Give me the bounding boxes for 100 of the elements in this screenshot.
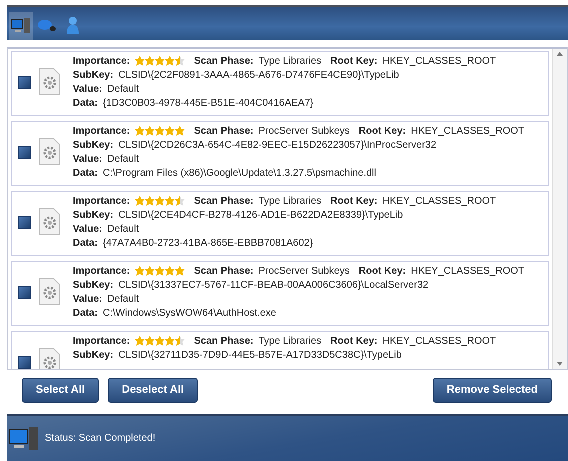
result-item[interactable]: Importance: Scan Phase: Type Libraries Root Key: HKEY_CLASSES_ROOT SubKey: CLSID\{2C2F0891-3AAA-4865-A676-D7476FE4CE90}\TypeLib Value: Default Data: {1D3C0B03-4978-445E-B51E-404C0416AEA7}	[11, 50, 549, 116]
field-label: Scan Phase:	[194, 266, 254, 277]
field-label: Data:	[73, 98, 98, 109]
field-value: C:\Windows\SysWOW64\AuthHost.exe	[103, 308, 276, 319]
field-value: HKEY_CLASSES_ROOT	[382, 336, 496, 347]
field-label: SubKey:	[73, 70, 114, 81]
field-label: SubKey:	[73, 140, 114, 151]
star-icon	[135, 196, 146, 206]
field-label: Root Key:	[330, 56, 378, 67]
star-icon	[145, 266, 156, 276]
action-button[interactable]: Deselect All	[108, 378, 198, 402]
gear-file-icon	[39, 348, 61, 368]
star-icon	[175, 56, 186, 66]
field-value: C:\Program Files (x86)\Google\Update\1.3.27.5\psmachine.dll	[103, 168, 376, 179]
field-value: Default	[107, 154, 140, 165]
star-icon	[145, 336, 156, 346]
action-button[interactable]: Remove Selected	[432, 378, 552, 402]
star-icon	[175, 266, 186, 276]
field-label: Value:	[73, 154, 102, 165]
field-value: Type Libraries	[258, 196, 322, 207]
field-label: SubKey:	[73, 210, 114, 221]
star-icon	[145, 56, 156, 66]
field-label: Root Key:	[330, 336, 378, 347]
field-label: Value:	[73, 224, 102, 235]
field-label: Importance:	[73, 126, 130, 137]
field-value: Type Libraries	[258, 336, 322, 347]
star-icon	[175, 196, 186, 206]
star-icon	[175, 126, 186, 136]
status-text: Status: Scan Completed!	[45, 433, 156, 444]
field-label: Root Key:	[330, 196, 378, 207]
field-value: ProcServer Subkeys	[258, 266, 350, 277]
computer-icon	[9, 426, 39, 452]
field-value: HKEY_CLASSES_ROOT	[382, 196, 496, 207]
checkbox[interactable]	[18, 356, 31, 368]
star-icon	[145, 196, 156, 206]
field-label: Data:	[73, 168, 98, 179]
star-icon	[145, 126, 156, 136]
field-label: SubKey:	[73, 280, 114, 291]
star-icon	[135, 126, 146, 136]
field-value: CLSID\{32711D35-7D9D-44E5-B57E-A17D33D5C38C}\TypeLib	[118, 350, 402, 361]
checkbox[interactable]	[18, 286, 31, 299]
star-icon	[165, 56, 176, 66]
checkbox[interactable]	[18, 216, 31, 229]
result-item[interactable]: Importance: Scan Phase: Type Libraries Root Key: HKEY_CLASSES_ROOT SubKey: CLSID\{2CE4D4CF-B278-4126-AD1E-B622DA2E8339}\TypeLib Value: Default Data: {47A7A4B0-2723-41BA-865E-EBBB7081A602}	[11, 190, 549, 256]
field-label: Data:	[73, 238, 98, 249]
toolbar-tab[interactable]	[9, 12, 33, 40]
field-label: Importance:	[73, 196, 130, 207]
field-label: SubKey:	[73, 350, 114, 361]
field-value: CLSID\{2C2F0891-3AAA-4865-A676-D7476FE4CE90}\TypeLib	[118, 70, 400, 81]
field-label: Data:	[73, 308, 98, 319]
field-value: Default	[107, 84, 140, 95]
star-icon	[155, 196, 166, 206]
field-label: Importance:	[73, 336, 130, 347]
checkbox[interactable]	[18, 146, 31, 159]
star-icon	[165, 336, 176, 346]
star-icon	[135, 266, 146, 276]
field-value: ProcServer Subkeys	[258, 126, 350, 137]
field-label: Value:	[73, 294, 102, 305]
field-value: CLSID\{2CD26C3A-654C-4E82-9EEC-E15D26223057}\InProcServer32	[118, 140, 437, 151]
gear-file-icon	[39, 68, 61, 96]
field-value: HKEY_CLASSES_ROOT	[411, 126, 524, 137]
field-value: {1D3C0B03-4978-445E-B51E-404C0416AEA7}	[103, 98, 314, 109]
field-label: Scan Phase:	[194, 56, 254, 67]
star-icon	[165, 126, 176, 136]
computer-icon	[11, 16, 31, 35]
star-icon	[165, 196, 176, 206]
scrollbar[interactable]	[552, 48, 567, 368]
gear-file-icon	[39, 138, 61, 166]
field-label: Root Key:	[358, 126, 406, 137]
gear-file-icon	[39, 208, 61, 236]
field-value: CLSID\{2CE4D4CF-B278-4126-AD1E-B622DA2E8339}\TypeLib	[118, 210, 404, 221]
action-button[interactable]: Select All	[22, 378, 100, 402]
person-icon	[66, 16, 80, 36]
field-label: Root Key:	[358, 266, 406, 277]
field-label: Scan Phase:	[194, 336, 254, 347]
star-icon	[155, 266, 166, 276]
star-icon	[165, 266, 176, 276]
field-value: Default	[107, 294, 140, 305]
gear-file-icon	[39, 278, 61, 306]
mouse-icon	[37, 18, 57, 33]
field-value: Default	[107, 224, 140, 235]
star-icon	[155, 336, 166, 346]
field-label: Scan Phase:	[194, 126, 254, 137]
checkbox[interactable]	[18, 76, 31, 89]
field-value: Type Libraries	[258, 56, 322, 67]
field-value: HKEY_CLASSES_ROOT	[382, 56, 496, 67]
field-value: CLSID\{31337EC7-5767-11CF-BEAB-00AA006C3606}\LocalServer32	[118, 280, 429, 291]
result-item[interactable]: Importance: Scan Phase: ProcServer Subkeys Root Key: HKEY_CLASSES_ROOT SubKey: CLSID\{31337EC7-5767-11CF-BEAB-00AA006C3606}\LocalServer32 Value: Default Data: C:\Windows\SysWOW64\AuthHost.exe	[11, 260, 549, 326]
field-value: HKEY_CLASSES_ROOT	[411, 266, 524, 277]
star-icon	[135, 336, 146, 346]
star-icon	[155, 56, 166, 66]
field-label: Scan Phase:	[194, 196, 254, 207]
star-icon	[135, 56, 146, 66]
field-value: {47A7A4B0-2723-41BA-865E-EBBB7081A602}	[103, 238, 314, 249]
field-label: Value:	[73, 84, 102, 95]
field-label: Importance:	[73, 56, 130, 67]
star-icon	[175, 336, 186, 346]
star-icon	[155, 126, 166, 136]
field-label: Importance:	[73, 266, 130, 277]
result-item[interactable]	[11, 120, 549, 186]
